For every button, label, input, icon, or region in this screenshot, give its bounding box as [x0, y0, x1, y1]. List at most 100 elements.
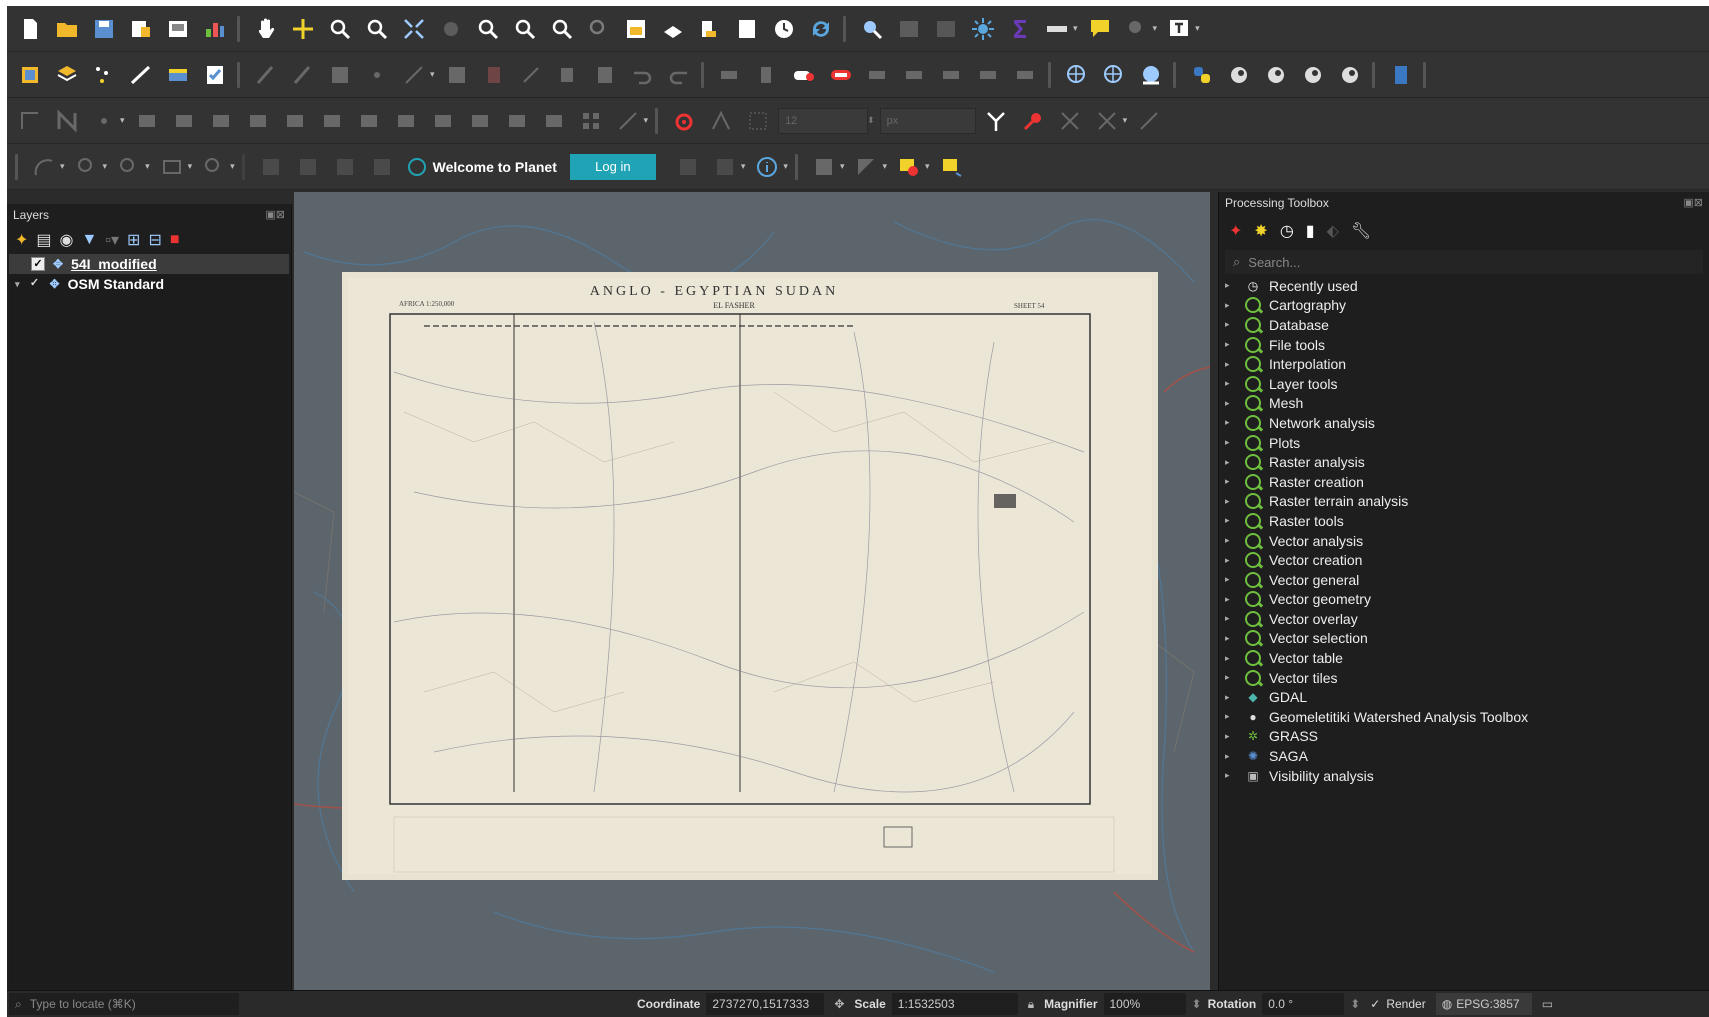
zoom-native-icon[interactable]: [508, 12, 542, 46]
split-features-icon[interactable]: [979, 104, 1013, 138]
add-point-layer-icon[interactable]: [87, 58, 121, 92]
toolbox-icon[interactable]: [328, 150, 362, 184]
shape-tool-k-icon[interactable]: [500, 104, 534, 138]
zoom-last-icon[interactable]: [545, 12, 579, 46]
new-print-layout-icon[interactable]: [124, 12, 158, 46]
zoom-out-icon[interactable]: [360, 12, 394, 46]
topology-editing-icon[interactable]: [704, 104, 738, 138]
expand-arrow-icon[interactable]: ▸: [1225, 437, 1245, 448]
deselect-icon[interactable]: [155, 150, 189, 184]
label-rotate-icon[interactable]: [898, 58, 932, 92]
attribute-icon[interactable]: [291, 150, 325, 184]
shape-tool-d-icon[interactable]: [241, 104, 275, 138]
pan-hand-icon[interactable]: [249, 12, 283, 46]
grid-tool-icon[interactable]: [574, 104, 608, 138]
panel-float-close-icon[interactable]: ▣⊠: [265, 208, 285, 221]
add-vector-layer-icon[interactable]: [50, 58, 84, 92]
layer-notes-icon[interactable]: [892, 150, 926, 184]
new-map-view-icon[interactable]: [619, 12, 653, 46]
plugin-c-icon[interactable]: [1296, 58, 1330, 92]
label-toolbar-icon[interactable]: [713, 58, 747, 92]
measure-angle-icon[interactable]: [27, 150, 61, 184]
label-change-icon[interactable]: [972, 58, 1006, 92]
edit-features-in-place-icon[interactable]: ⬖: [1327, 221, 1339, 241]
data-source-manager-icon[interactable]: [13, 58, 47, 92]
layer-item[interactable]: ▾ ✓ ✥ OSM Standard: [9, 274, 289, 294]
plugin-b-icon[interactable]: [1259, 58, 1293, 92]
save-edits-icon[interactable]: [323, 58, 357, 92]
expand-arrow-icon[interactable]: ▸: [1225, 692, 1245, 703]
toolbox-group-item[interactable]: ▸ Raster terrain analysis: [1225, 492, 1709, 512]
style-manager-icon[interactable]: [198, 12, 232, 46]
expand-arrow-icon[interactable]: ▸: [1225, 319, 1245, 330]
toolbox-group-item[interactable]: ▸ ◆ GDAL: [1225, 687, 1709, 707]
panel-float-close-icon[interactable]: ▣⊠: [1683, 196, 1703, 209]
toolbox-group-item[interactable]: ▸ ● Geomeletitiki Watershed Analysis Toolb…: [1225, 707, 1709, 727]
advanced-digitize-icon[interactable]: [13, 104, 47, 138]
expand-arrow-icon[interactable]: ▸: [1225, 398, 1245, 409]
expand-arrow-icon[interactable]: ▸: [1225, 731, 1245, 742]
render-checkbox[interactable]: ✓: [1370, 997, 1380, 1011]
toolbox-group-item[interactable]: ▸ ✺ SAGA: [1225, 746, 1709, 766]
shape-tool-a-icon[interactable]: [130, 104, 164, 138]
coordinate-field[interactable]: 2737270,1517333: [706, 993, 825, 1015]
expand-arrow-icon[interactable]: ▸: [1225, 672, 1245, 683]
plugin-d-icon[interactable]: [1333, 58, 1367, 92]
expand-arrow-icon[interactable]: ▸: [1225, 339, 1245, 350]
planet-login-button[interactable]: Log in: [569, 153, 656, 180]
zoom-next-icon[interactable]: [582, 12, 616, 46]
toolbox-group-item[interactable]: ▸ Plots: [1225, 433, 1709, 453]
filter-legend-icon[interactable]: ▼: [82, 231, 98, 249]
web-globe-add-icon[interactable]: [1134, 58, 1168, 92]
remove-layer-icon[interactable]: ■: [170, 231, 180, 249]
select-location-icon[interactable]: [197, 150, 231, 184]
delete-selected-icon[interactable]: [477, 58, 511, 92]
toolbox-group-item[interactable]: ▸ ◷ Recently used: [1225, 276, 1709, 296]
time-icon[interactable]: [767, 12, 801, 46]
label-move-icon[interactable]: [861, 58, 895, 92]
expand-arrow-icon[interactable]: ▸: [1225, 711, 1245, 722]
expand-arrow-icon[interactable]: ▸: [1225, 457, 1245, 468]
add-csv-layer-icon[interactable]: [198, 58, 232, 92]
label-show-hide-icon[interactable]: [824, 58, 858, 92]
scripts-icon[interactable]: ✸: [1254, 221, 1267, 241]
scale-lock-icon[interactable]: 🔒︎: [1028, 997, 1034, 1012]
text-annotation-icon[interactable]: [1162, 12, 1196, 46]
add-raster-layer-icon[interactable]: [161, 58, 195, 92]
bookmark-icon[interactable]: [730, 12, 764, 46]
expand-all-icon[interactable]: ⊞: [127, 230, 140, 250]
expand-arrow-icon[interactable]: ▸: [1225, 653, 1245, 664]
save-project-icon[interactable]: [87, 12, 121, 46]
decorations-icon[interactable]: [1120, 12, 1154, 46]
shape-tool-g-icon[interactable]: [352, 104, 386, 138]
toolbox-search-input[interactable]: ⌕ Search...: [1225, 250, 1703, 274]
toolbox-group-item[interactable]: ▸ ✲ GRASS: [1225, 727, 1709, 747]
enable-snapping-icon[interactable]: [50, 104, 84, 138]
layer-visibility-checkbox[interactable]: ✓: [28, 277, 42, 291]
toolbox-group-item[interactable]: ▸ Interpolation: [1225, 354, 1709, 374]
toolbox-group-item[interactable]: ▸ File tools: [1225, 335, 1709, 355]
expand-arrow-icon[interactable]: ▸: [1225, 633, 1245, 644]
expand-arrow-icon[interactable]: ▸: [1225, 770, 1245, 781]
paste-features-icon[interactable]: [588, 58, 622, 92]
shape-tool-c-icon[interactable]: [204, 104, 238, 138]
open-layer-styling-icon[interactable]: ✦: [15, 230, 28, 250]
current-edits-icon[interactable]: [249, 58, 283, 92]
redo-icon[interactable]: [662, 58, 696, 92]
toolbox-group-item[interactable]: ▸ Vector overlay: [1225, 609, 1709, 629]
plugin-a-icon[interactable]: [1222, 58, 1256, 92]
settings-sun-icon[interactable]: [966, 12, 1000, 46]
toggle-editing-icon[interactable]: [286, 58, 320, 92]
expand-arrow-icon[interactable]: ▸: [1225, 751, 1245, 762]
expand-arrow-icon[interactable]: ▸: [1225, 476, 1245, 487]
toolbox-group-item[interactable]: ▸ Raster creation: [1225, 472, 1709, 492]
zoom-to-layer-icon[interactable]: [471, 12, 505, 46]
messages-icon[interactable]: ▭: [1542, 997, 1553, 1011]
label-highlight-icon[interactable]: [787, 58, 821, 92]
select-by-value-icon[interactable]: [112, 150, 146, 184]
toggle-extents-icon[interactable]: ✥: [834, 997, 844, 1011]
toolbox-group-item[interactable]: ▸ Vector tiles: [1225, 668, 1709, 688]
expand-arrow-icon[interactable]: ▸: [1225, 574, 1245, 585]
rotation-spin-icon[interactable]: ⬍: [1350, 997, 1360, 1011]
sum-icon[interactable]: [1003, 12, 1037, 46]
